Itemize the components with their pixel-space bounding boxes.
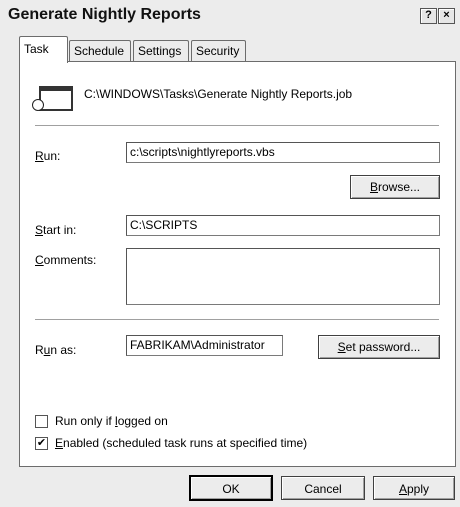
tab-schedule[interactable]: Schedule — [69, 40, 131, 61]
tab-schedule-label: Schedule — [74, 44, 125, 58]
task-properties-dialog: Generate Nightly Reports ? × Task Schedu… — [0, 0, 460, 507]
tab-settings[interactable]: Settings — [133, 40, 189, 61]
close-button[interactable]: × — [438, 8, 455, 24]
cancel-button[interactable]: Cancel — [281, 476, 365, 500]
run-only-logged-on-checkbox[interactable] — [35, 415, 48, 428]
start-in-input[interactable]: C:\SCRIPTS — [126, 215, 440, 236]
comments-textarea[interactable] — [126, 248, 440, 305]
title-bar: Generate Nightly Reports ? × — [0, 0, 460, 28]
ok-button[interactable]: OK — [189, 475, 273, 501]
run-input[interactable]: c:\scripts\nightlyreports.vbs — [126, 142, 440, 163]
run-as-label: Run as: — [35, 343, 77, 357]
task-file-path: C:\WINDOWS\Tasks\Generate Nightly Report… — [84, 87, 353, 101]
tab-settings-label: Settings — [138, 44, 182, 58]
run-as-input[interactable]: FABRIKAM\Administrator — [126, 335, 283, 356]
tab-task[interactable]: Task — [19, 36, 68, 63]
run-only-logged-on-label: Run only if logged on — [55, 414, 168, 428]
help-button[interactable]: ? — [420, 8, 437, 24]
tab-task-label: Task — [24, 42, 49, 56]
run-label: Run: — [35, 149, 61, 163]
scheduled-task-icon — [39, 86, 73, 111]
apply-button[interactable]: Apply — [373, 476, 455, 500]
window-title: Generate Nightly Reports — [8, 6, 201, 23]
browse-button[interactable]: Browse... — [350, 175, 440, 199]
clock-icon — [32, 99, 44, 111]
separator — [35, 125, 439, 127]
start-in-label: Start in: — [35, 223, 77, 237]
enabled-checkbox[interactable]: ✔ — [35, 437, 48, 450]
checkmark-icon: ✔ — [36, 437, 47, 449]
separator — [35, 319, 439, 321]
enabled-label: Enabled (scheduled task runs at specifie… — [55, 436, 308, 450]
comments-label: Comments: — [35, 253, 97, 267]
tab-security[interactable]: Security — [191, 40, 246, 61]
set-password-button[interactable]: Set password... — [318, 335, 440, 359]
tab-security-label: Security — [196, 44, 240, 58]
